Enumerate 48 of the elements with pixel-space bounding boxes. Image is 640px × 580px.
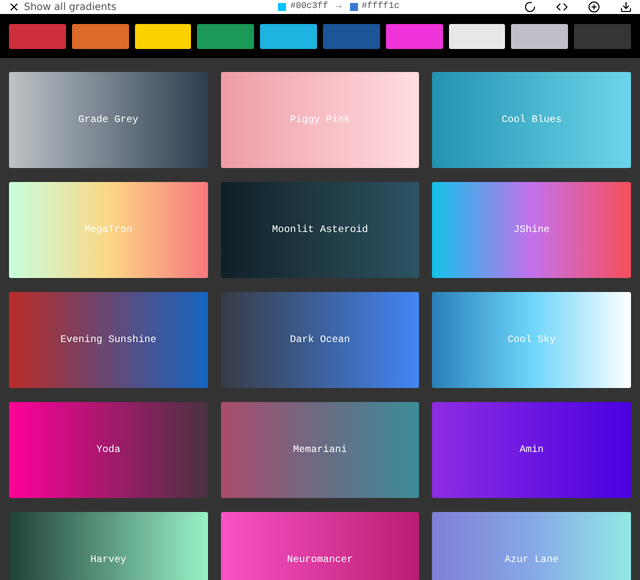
show-all-link[interactable]: Show all gradients: [24, 0, 116, 14]
download-icon[interactable]: [620, 1, 632, 13]
gradient-card[interactable]: JShine: [432, 182, 631, 278]
gradient-name: Yoda: [96, 444, 120, 458]
close-icon[interactable]: [8, 1, 20, 13]
gradient-card[interactable]: Evening Sunshine: [9, 292, 208, 388]
gradient-card[interactable]: Harvey: [9, 512, 208, 580]
gradient-card[interactable]: Grade Grey: [9, 72, 208, 168]
gradient-name: Dark Ocean: [290, 334, 350, 348]
color-code: #ffff1c: [362, 0, 400, 14]
gradient-name: Cool Blues: [502, 114, 562, 128]
gradient-name: Neuromancer: [286, 554, 353, 568]
gradient-name: JShine: [514, 224, 550, 238]
gradient-name: Evening Sunshine: [60, 334, 156, 348]
gradient-card[interactable]: Neuromancer: [220, 512, 420, 580]
color-filter-swatch[interactable]: [197, 24, 254, 48]
color-filter-swatch[interactable]: [574, 24, 631, 48]
gradient-card[interactable]: Azur Lane: [432, 512, 631, 580]
color-filter-swatch[interactable]: [260, 24, 317, 48]
gradient-name: Moonlit Asteroid: [272, 224, 368, 238]
color-filter-swatch[interactable]: [322, 24, 380, 48]
gradient-name: Memariani: [292, 444, 347, 458]
gradient-name: Grade Grey: [78, 114, 138, 128]
gradient-name: Piggy Pink: [290, 114, 350, 128]
color-filter-swatch[interactable]: [448, 24, 506, 48]
gradient-name: Cool Sky: [508, 334, 556, 348]
gradient-card[interactable]: Amin: [432, 402, 631, 498]
gradient-name: Azur Lane: [504, 554, 559, 568]
gradient-card[interactable]: Dark Ocean: [220, 292, 420, 388]
color-filter-swatch[interactable]: [9, 24, 66, 48]
rotate-icon[interactable]: [524, 1, 536, 13]
gradient-card[interactable]: Cool Blues: [432, 72, 631, 168]
code-icon[interactable]: [556, 1, 568, 13]
color-filter-swatch[interactable]: [134, 24, 192, 48]
gradient-card[interactable]: Memariani: [220, 402, 420, 498]
gradient-card[interactable]: Moonlit Asteroid: [220, 182, 420, 278]
color-filter-swatch[interactable]: [386, 24, 443, 48]
gradient-card[interactable]: Yoda: [9, 402, 208, 498]
color-filter-swatch[interactable]: [511, 24, 568, 48]
gradient-name: Amin: [520, 444, 544, 458]
add-icon[interactable]: [588, 1, 600, 13]
color-swatch[interactable]: [278, 3, 286, 11]
color-swatch[interactable]: [350, 3, 358, 11]
gradient-name: MegaTron: [84, 224, 132, 238]
gradient-name: Harvey: [90, 554, 126, 568]
arrow-text: →: [336, 0, 342, 14]
color-code: #00c3ff: [290, 0, 328, 14]
color-filter-swatch[interactable]: [72, 24, 129, 48]
